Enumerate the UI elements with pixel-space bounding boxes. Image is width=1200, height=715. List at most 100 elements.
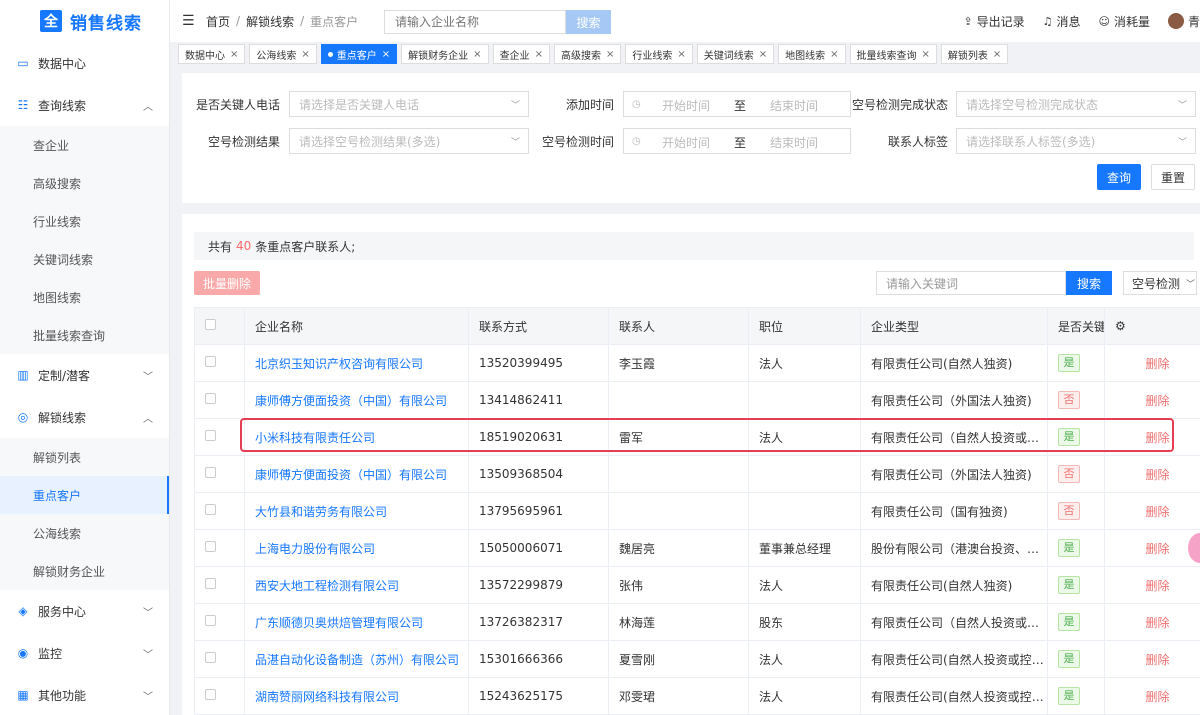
table-row[interactable]: 小米科技有限责任公司 18519020631 雷军 法人 有限责任公司（自然人投资或控……	[194, 418, 1200, 456]
delete-button[interactable]: 删除	[1145, 653, 1169, 667]
breadcrumb-home[interactable]: 首页	[206, 13, 230, 30]
messages-button[interactable]: ♫ 消息	[1043, 13, 1081, 30]
sidebar-item[interactable]: 关键词线索	[0, 240, 169, 278]
close-icon[interactable]: ×	[535, 49, 543, 60]
row-checkbox-cell[interactable]	[194, 677, 245, 715]
keyword-search-button[interactable]: 搜索	[1066, 271, 1112, 295]
tab[interactable]: 重点客户 ×	[320, 44, 398, 64]
table-row[interactable]: 北京织玉知识产权咨询有限公司 13520399495 李玉霞 法人 有限责任公司(自然人…	[194, 344, 1200, 382]
reset-button[interactable]: 重置	[1151, 164, 1195, 190]
close-icon[interactable]: ×	[993, 49, 1001, 60]
key-phone-select[interactable]: 请选择是否关键人电话 ﹀	[289, 91, 529, 117]
check-status-select[interactable]: 请选择空号检测完成状态 ﹀	[956, 91, 1196, 117]
close-icon[interactable]: ×	[473, 49, 481, 60]
sidebar-group[interactable]: ◎ 解锁线索 ︿	[0, 396, 169, 438]
sidebar-item[interactable]: 公海线索	[0, 514, 169, 552]
table-row[interactable]: 广东顺德贝奥烘焙管理有限公司 13726382317 林海莲 股东 有限责任公司（自然人…	[194, 603, 1200, 641]
row-checkbox[interactable]	[205, 578, 216, 589]
row-checkbox-cell[interactable]	[194, 418, 245, 456]
row-checkbox[interactable]	[205, 430, 216, 441]
column-header-key-person[interactable]: 是否关键人	[1047, 307, 1105, 345]
select-all-checkbox[interactable]	[205, 319, 216, 330]
row-checkbox[interactable]	[205, 393, 216, 404]
add-time-start[interactable]: 开始时间	[662, 97, 710, 114]
row-checkbox-cell[interactable]	[194, 566, 245, 604]
delete-button[interactable]: 删除	[1145, 431, 1169, 445]
close-icon[interactable]: ×	[677, 49, 685, 60]
company-link[interactable]: 上海电力股份有限公司	[255, 542, 375, 556]
contact-tag-select[interactable]: 请选择联系人标签(多选) ﹀	[956, 128, 1196, 154]
delete-button[interactable]: 删除	[1145, 579, 1169, 593]
delete-button[interactable]: 删除	[1145, 542, 1169, 556]
add-time-range[interactable]: ◷ 开始时间 至 结束时间	[623, 91, 851, 117]
delete-button[interactable]: 删除	[1145, 690, 1169, 704]
add-time-end[interactable]: 结束时间	[770, 97, 818, 114]
table-row[interactable]: 湖南赞丽网络科技有限公司 15243625175 邓雯珺 法人 有限责任公司(自然人投资…	[194, 677, 1200, 715]
check-result-select[interactable]: 请选择空号检测结果(多选) ﹀	[289, 128, 529, 154]
sidebar-group[interactable]: ▦ 其他功能 ﹀	[0, 674, 169, 715]
company-link[interactable]: 西安大地工程检测有限公司	[255, 579, 399, 593]
delete-button[interactable]: 删除	[1145, 357, 1169, 371]
column-header-type[interactable]: 企业类型	[860, 307, 1048, 345]
company-link[interactable]: 品湛自动化设备制造（苏州）有限公司	[255, 653, 459, 667]
select-all-checkbox-cell[interactable]	[194, 307, 245, 345]
column-header-phone[interactable]: 联系方式	[468, 307, 609, 345]
menu-toggle-icon[interactable]: ☰	[182, 13, 198, 29]
user-menu[interactable]: 青	[1167, 13, 1200, 30]
breadcrumb-section[interactable]: 解锁线索	[246, 13, 294, 30]
row-checkbox[interactable]	[205, 652, 216, 663]
table-row[interactable]: 西安大地工程检测有限公司 13572299879 张伟 法人 有限责任公司(自然人独资)…	[194, 566, 1200, 604]
row-checkbox[interactable]	[205, 541, 216, 552]
company-search-button[interactable]: 搜索	[566, 10, 611, 34]
close-icon[interactable]: ×	[606, 49, 614, 60]
check-time-range[interactable]: ◷ 开始时间 至 结束时间	[623, 128, 851, 154]
gear-icon[interactable]: ⚙	[1115, 319, 1126, 333]
row-checkbox-cell[interactable]	[194, 529, 245, 567]
tab[interactable]: 高级搜索 ×	[553, 44, 622, 64]
row-checkbox[interactable]	[205, 689, 216, 700]
table-row[interactable]: 康师傅方便面投资（中国）有限公司 13414862411 有限责任公司（外国法人独资…	[194, 381, 1200, 419]
table-row[interactable]: 大竹县和谐劳务有限公司 13795695961 有限责任公司（国有独资) 否 删除	[194, 492, 1200, 530]
close-icon[interactable]: ×	[230, 49, 238, 60]
table-row[interactable]: 品湛自动化设备制造（苏州）有限公司 15301666366 夏雪刚 法人 有限责任公司(…	[194, 640, 1200, 678]
tab[interactable]: 批量线索查询 ×	[849, 44, 937, 64]
close-icon[interactable]: ×	[759, 49, 767, 60]
delete-button[interactable]: 删除	[1145, 468, 1169, 482]
tab[interactable]: 解锁财务企业 ×	[401, 44, 489, 64]
sidebar-item[interactable]: 高级搜索	[0, 164, 169, 202]
query-button[interactable]: 查询	[1097, 164, 1141, 190]
sidebar-group[interactable]: ◈ 服务中心 ﹀	[0, 590, 169, 632]
row-checkbox-cell[interactable]	[194, 455, 245, 493]
app-logo[interactable]: 全 销售线索	[0, 0, 169, 42]
company-search-input[interactable]	[384, 10, 566, 34]
sidebar-group[interactable]: ▭ 数据中心	[0, 42, 169, 84]
sidebar-item[interactable]: 重点客户	[0, 476, 169, 514]
table-row[interactable]: 上海电力股份有限公司 15050006071 魏居亮 董事兼总经理 股份有限公司（港澳台…	[194, 529, 1200, 567]
row-checkbox[interactable]	[205, 467, 216, 478]
delete-button[interactable]: 删除	[1145, 394, 1169, 408]
column-header-position[interactable]: 职位	[748, 307, 861, 345]
delete-button[interactable]: 删除	[1145, 616, 1169, 630]
row-checkbox-cell[interactable]	[194, 381, 245, 419]
tab[interactable]: 解锁列表 ×	[940, 44, 1009, 64]
tab[interactable]: 关键词线索 ×	[696, 44, 775, 64]
company-link[interactable]: 康师傅方便面投资（中国）有限公司	[255, 468, 447, 482]
sidebar-item[interactable]: 解锁列表	[0, 438, 169, 476]
row-checkbox[interactable]	[205, 615, 216, 626]
sidebar-item[interactable]: 批量线索查询	[0, 316, 169, 354]
export-records-button[interactable]: ⇪ 导出记录	[963, 13, 1024, 30]
sidebar-group[interactable]: ▥ 定制/潜客 ﹀	[0, 354, 169, 396]
empty-number-check-dropdown[interactable]: 空号检测 ﹀	[1123, 271, 1197, 295]
tab[interactable]: 查企业 ×	[492, 44, 550, 64]
check-time-start[interactable]: 开始时间	[662, 134, 710, 151]
table-row[interactable]: 康师傅方便面投资（中国）有限公司 13509368504 有限责任公司（外国法人独资…	[194, 455, 1200, 493]
batch-delete-button[interactable]: 批量删除	[194, 271, 260, 295]
keyword-input[interactable]: 请输入关键词	[876, 271, 1066, 295]
row-checkbox-cell[interactable]	[194, 603, 245, 641]
sidebar-item[interactable]: 解锁财务企业	[0, 552, 169, 590]
column-header-contact[interactable]: 联系人	[608, 307, 749, 345]
row-checkbox-cell[interactable]	[194, 492, 245, 530]
delete-button[interactable]: 删除	[1145, 505, 1169, 519]
sidebar-item[interactable]: 行业线索	[0, 202, 169, 240]
tab[interactable]: 行业线索 ×	[625, 44, 693, 64]
